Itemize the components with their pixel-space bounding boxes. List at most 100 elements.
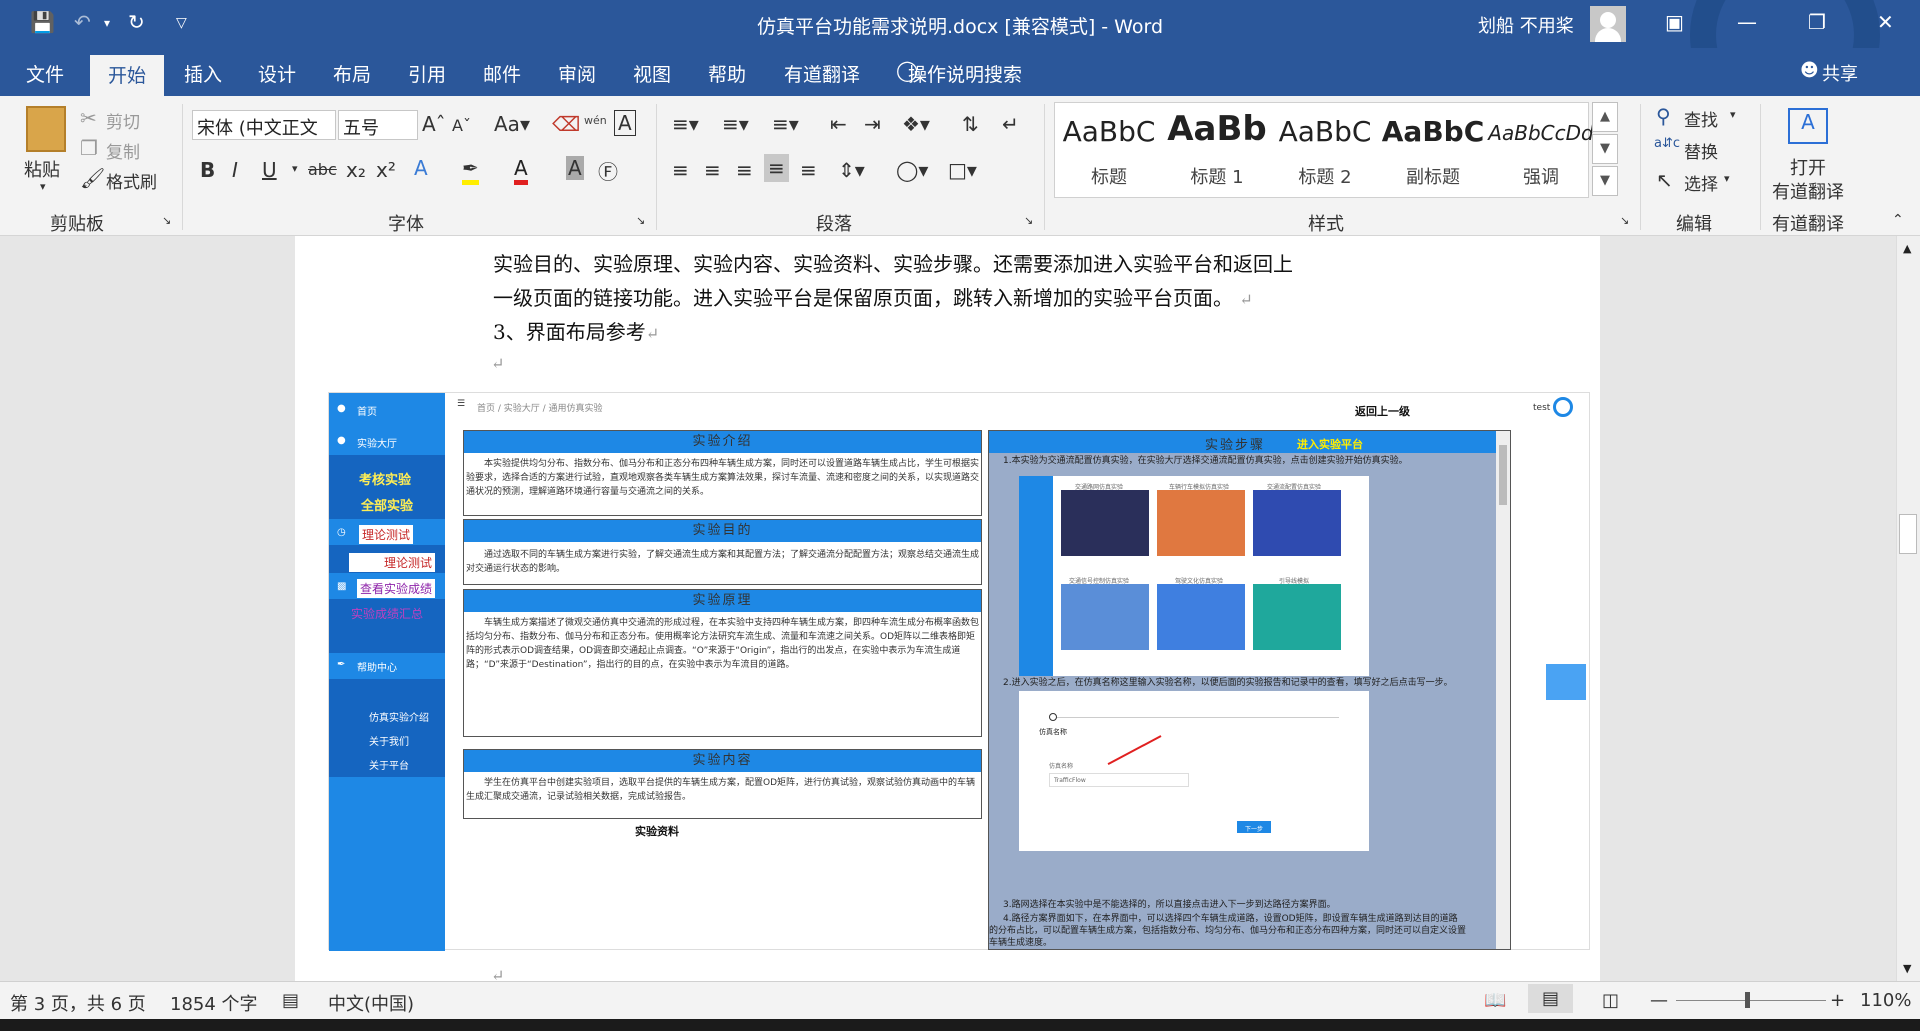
- tab-view[interactable]: 视图: [629, 60, 675, 87]
- numbering-icon[interactable]: ≡▾: [722, 112, 749, 136]
- read-mode-icon[interactable]: 📖: [1484, 990, 1506, 1011]
- tab-design[interactable]: 设计: [254, 60, 300, 87]
- style-emphasis[interactable]: AaBbCcDd 强调: [1487, 103, 1595, 197]
- copy-icon[interactable]: ❐: [80, 136, 98, 160]
- tab-home[interactable]: 开始: [90, 55, 165, 96]
- proofing-icon[interactable]: ▤: [282, 990, 299, 1011]
- tell-me-search[interactable]: 操作说明搜索: [908, 60, 1022, 87]
- zoom-in-icon[interactable]: +: [1830, 990, 1845, 1011]
- align-left-icon[interactable]: ≡: [672, 158, 689, 182]
- styles-launcher-icon[interactable]: ↘: [1620, 214, 1629, 227]
- tab-references[interactable]: 引用: [404, 60, 450, 87]
- styles-scroll-down-icon[interactable]: ▼: [1592, 134, 1618, 164]
- clipboard-launcher-icon[interactable]: ↘: [162, 214, 171, 227]
- tab-help[interactable]: 帮助: [704, 60, 750, 87]
- avatar[interactable]: [1590, 6, 1626, 42]
- select-icon[interactable]: ↖: [1656, 168, 1673, 192]
- find-dropdown-icon[interactable]: ▾: [1730, 108, 1736, 121]
- font-size-dropdown[interactable]: 五号: [338, 110, 418, 140]
- paragraph-launcher-icon[interactable]: ↘: [1024, 214, 1033, 227]
- style-title[interactable]: AaBbC 标题: [1055, 103, 1163, 197]
- superscript-icon[interactable]: x²: [376, 158, 396, 182]
- style-subtitle[interactable]: AaBbC 副标题: [1379, 103, 1487, 197]
- youdao-open-line2[interactable]: 有道翻译: [1772, 178, 1844, 204]
- text-effects-icon[interactable]: A: [414, 156, 428, 180]
- doc-heading-line[interactable]: 3、界面布局参考↵: [493, 316, 659, 345]
- font-launcher-icon[interactable]: ↘: [636, 214, 645, 227]
- scroll-down-icon[interactable]: ▼: [1903, 962, 1911, 975]
- borders-icon[interactable]: □▾: [948, 158, 977, 182]
- underline-dropdown-icon[interactable]: ▾: [292, 162, 298, 175]
- collapse-ribbon-icon[interactable]: ⌃: [1892, 212, 1904, 228]
- strikethrough-icon[interactable]: abc: [308, 160, 337, 179]
- tab-file[interactable]: 文件: [22, 60, 68, 87]
- font-color-icon[interactable]: A: [514, 156, 528, 185]
- floating-blue-square[interactable]: [1546, 664, 1586, 700]
- align-right-icon[interactable]: ≡: [736, 158, 753, 182]
- youdao-open-line1[interactable]: 打开: [1790, 154, 1826, 180]
- minimize-icon[interactable]: —: [1737, 10, 1757, 34]
- grow-font-icon[interactable]: Aˆ: [422, 112, 446, 136]
- pinyin-guide-icon[interactable]: wén: [584, 114, 607, 127]
- paste-dropdown-icon[interactable]: ▾: [40, 180, 46, 193]
- doc-paragraph-line[interactable]: 实验目的、实验原理、实验内容、实验资料、实验步骤。还需要添加进入实验平台和返回上: [493, 248, 1293, 277]
- scroll-up-icon[interactable]: ▲: [1903, 242, 1911, 255]
- cut-icon[interactable]: ✂: [80, 106, 97, 130]
- character-border-icon[interactable]: A: [614, 110, 636, 136]
- zoom-level[interactable]: 110%: [1860, 990, 1911, 1011]
- underline-icon[interactable]: U: [262, 158, 277, 182]
- zoom-slider[interactable]: [1676, 1000, 1826, 1001]
- character-shading-icon[interactable]: A: [566, 156, 584, 180]
- select-dropdown-icon[interactable]: ▾: [1724, 172, 1730, 185]
- sort-icon[interactable]: ⇅: [962, 112, 979, 136]
- embedded-screenshot[interactable]: ● 首页 ● 实验大厅 考核实验 全部实验 ◷ 理论测试 理论测试 ▩ 查看实验…: [328, 392, 1590, 951]
- tab-review[interactable]: 审阅: [554, 60, 600, 87]
- replace-button[interactable]: 替换: [1684, 138, 1718, 163]
- styles-scroll-up-icon[interactable]: ▲: [1592, 102, 1618, 132]
- italic-icon[interactable]: I: [232, 158, 238, 182]
- asian-layout-icon[interactable]: ❖▾: [902, 112, 930, 136]
- line-spacing-icon[interactable]: ⇕▾: [838, 158, 865, 182]
- page-count[interactable]: 第 3 页，共 6 页: [10, 990, 146, 1016]
- find-icon[interactable]: ⚲: [1656, 104, 1671, 128]
- cut-button[interactable]: 剪切: [106, 108, 140, 133]
- styles-more-icon[interactable]: ▼: [1592, 166, 1618, 196]
- paste-button[interactable]: 粘贴: [24, 156, 60, 182]
- find-button[interactable]: 查找: [1684, 106, 1718, 131]
- clear-formatting-icon[interactable]: ⌫: [552, 112, 580, 136]
- document-scrollbar[interactable]: ▲ ▼: [1896, 236, 1920, 981]
- format-painter-icon[interactable]: 🖌: [80, 166, 105, 190]
- increase-indent-icon[interactable]: ⇥: [864, 112, 881, 136]
- tab-insert[interactable]: 插入: [180, 60, 226, 87]
- close-icon[interactable]: ✕: [1877, 10, 1894, 34]
- bullets-icon[interactable]: ≡▾: [672, 112, 699, 136]
- language[interactable]: 中文(中国): [328, 990, 414, 1016]
- distributed-icon[interactable]: ≡: [800, 158, 817, 182]
- bold-icon[interactable]: B: [200, 158, 215, 182]
- copy-button[interactable]: 复制: [106, 138, 140, 163]
- shading-icon[interactable]: ◯▾: [896, 158, 928, 182]
- justify-icon[interactable]: ≡: [764, 154, 789, 182]
- enclose-characters-icon[interactable]: Ⓕ: [598, 156, 618, 185]
- word-count[interactable]: 1854 个字: [170, 990, 258, 1016]
- zoom-slider-thumb[interactable]: [1745, 992, 1750, 1008]
- multilevel-list-icon[interactable]: ≡▾: [772, 112, 799, 136]
- change-case-icon[interactable]: Aa▾: [494, 112, 530, 136]
- style-heading2[interactable]: AaBbC 标题 2: [1271, 103, 1379, 197]
- tab-mailings[interactable]: 邮件: [479, 60, 525, 87]
- youdao-translate-icon[interactable]: A: [1788, 108, 1828, 144]
- format-painter-button[interactable]: 格式刷: [106, 168, 157, 193]
- zoom-out-icon[interactable]: —: [1650, 990, 1668, 1011]
- restore-icon[interactable]: ❐: [1808, 10, 1826, 34]
- decrease-indent-icon[interactable]: ⇤: [830, 112, 847, 136]
- share-button[interactable]: 共享: [1822, 60, 1858, 86]
- web-layout-icon[interactable]: ◫: [1602, 990, 1619, 1011]
- ribbon-display-icon[interactable]: ▣: [1665, 10, 1684, 34]
- tab-youdao[interactable]: 有道翻译: [780, 60, 864, 87]
- style-heading1[interactable]: AaBb 标题 1: [1163, 103, 1271, 197]
- shrink-font-icon[interactable]: Aˇ: [452, 116, 471, 135]
- tab-layout[interactable]: 布局: [329, 60, 375, 87]
- paste-icon[interactable]: [26, 106, 66, 152]
- show-marks-icon[interactable]: ↵: [1002, 112, 1019, 136]
- select-button[interactable]: 选择: [1684, 170, 1718, 195]
